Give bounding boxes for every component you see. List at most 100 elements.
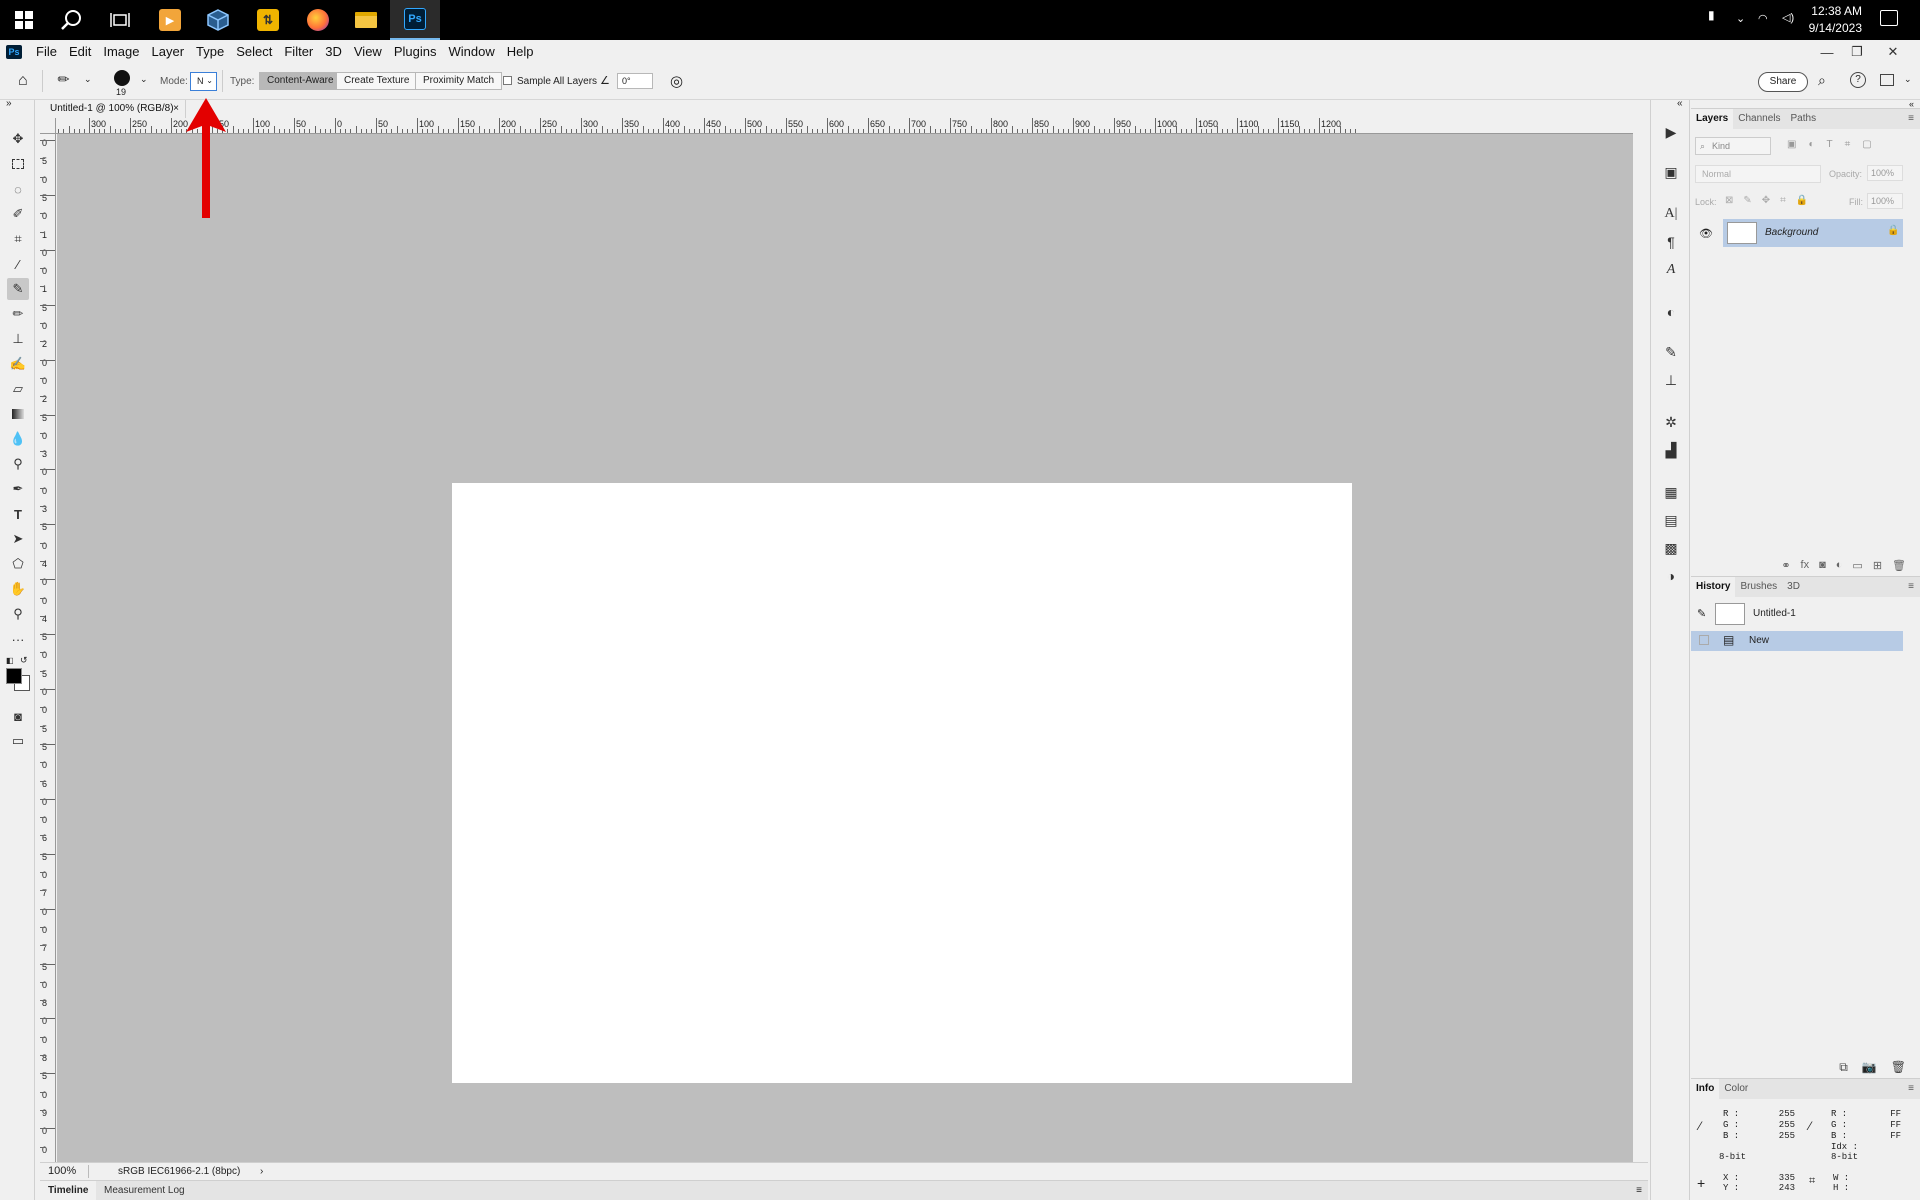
menu-filter[interactable]: Filter bbox=[278, 40, 319, 64]
pressure-size-icon[interactable]: ◎ bbox=[670, 72, 683, 90]
tab-paths[interactable]: Paths bbox=[1786, 109, 1822, 129]
tab-channels[interactable]: Channels bbox=[1733, 109, 1785, 129]
paragraph-icon[interactable]: ¶ bbox=[1661, 232, 1681, 252]
type-tool-icon[interactable]: T bbox=[7, 503, 29, 525]
tab-layers[interactable]: Layers bbox=[1691, 109, 1734, 129]
tab-brushes[interactable]: Brushes bbox=[1735, 577, 1782, 597]
link-layers-icon[interactable]: ⚭ bbox=[1781, 559, 1790, 572]
menu-edit[interactable]: Edit bbox=[63, 40, 97, 64]
delete-state-icon[interactable]: 🗑 bbox=[1891, 1060, 1906, 1074]
canvas-area[interactable] bbox=[57, 134, 1633, 1162]
help-icon[interactable]: ? bbox=[1850, 72, 1866, 88]
spot-healing-brush-tool-icon[interactable]: ✎ bbox=[7, 278, 29, 300]
color-profile[interactable]: sRGB IEC61966-2.1 (8bpc) bbox=[118, 1163, 240, 1180]
winscp-icon[interactable]: ⇅ bbox=[244, 0, 292, 40]
volume-icon[interactable]: ◁) bbox=[1782, 11, 1794, 24]
workspace-chevron-icon[interactable]: ⌄ bbox=[1904, 74, 1912, 85]
fx-icon[interactable]: fx bbox=[1801, 559, 1810, 571]
collapse-icon[interactable]: « bbox=[1909, 99, 1914, 109]
tab-info[interactable]: Info bbox=[1691, 1079, 1720, 1099]
search-icon[interactable] bbox=[48, 0, 96, 40]
panel-menu-icon[interactable]: ≡ bbox=[1636, 1181, 1642, 1200]
mode-dropdown[interactable]: N ⌄ bbox=[190, 72, 217, 91]
tab-timeline[interactable]: Timeline bbox=[40, 1181, 97, 1200]
adjustment-layer-icon[interactable]: ◐ bbox=[1836, 559, 1843, 571]
workspace-icon[interactable] bbox=[1880, 74, 1894, 86]
new-group-icon[interactable]: ▭ bbox=[1852, 559, 1862, 572]
swatches-icon[interactable]: ▦ bbox=[1661, 482, 1681, 502]
swap-colors-icon[interactable]: ↺ bbox=[20, 655, 28, 666]
zoom-level[interactable]: 100% bbox=[48, 1163, 76, 1180]
close-tab-icon[interactable]: × bbox=[173, 100, 179, 118]
home-icon[interactable]: ⌂ bbox=[18, 72, 28, 90]
search-icon[interactable]: ⌕ bbox=[1818, 72, 1826, 89]
spot-healing-brush-icon[interactable]: ✎ bbox=[54, 69, 74, 89]
foreground-color-swatch[interactable] bbox=[6, 668, 22, 684]
menu-window[interactable]: Window bbox=[442, 40, 500, 64]
menu-file[interactable]: File bbox=[30, 40, 63, 64]
menu-3d[interactable]: 3D bbox=[319, 40, 348, 64]
fill-input[interactable]: 100% bbox=[1867, 193, 1903, 209]
lock-icons[interactable]: ⊠✎✥⌗🔒 bbox=[1725, 195, 1818, 206]
menu-help[interactable]: Help bbox=[501, 40, 540, 64]
share-button[interactable]: Share bbox=[1758, 72, 1808, 92]
gradient-tool-icon[interactable] bbox=[7, 403, 29, 425]
tab-history[interactable]: History bbox=[1691, 577, 1736, 597]
proximity-match-button[interactable]: Proximity Match bbox=[415, 72, 503, 90]
crop-tool-icon[interactable]: ⌗ bbox=[7, 228, 29, 250]
camera-icon[interactable]: 📷 bbox=[1862, 1060, 1877, 1074]
collapse-panels-icon[interactable]: « bbox=[1677, 98, 1683, 109]
panel-menu-icon[interactable]: ≡ bbox=[1908, 1079, 1914, 1099]
path-selection-tool-icon[interactable]: ➤ bbox=[7, 528, 29, 550]
brush-picker-chevron-icon[interactable]: ⌄ bbox=[140, 74, 148, 85]
tab-color[interactable]: Color bbox=[1719, 1079, 1753, 1099]
media-player-icon[interactable]: ▶ bbox=[146, 0, 194, 40]
brush-tool-icon[interactable]: ✏ bbox=[7, 303, 29, 325]
glyphs-icon[interactable]: A bbox=[1661, 260, 1681, 280]
styles-icon[interactable]: ◑ bbox=[1661, 566, 1681, 586]
eyedropper-icon[interactable]: ⁄ bbox=[1809, 1119, 1811, 1133]
tab-measurement-log[interactable]: Measurement Log bbox=[96, 1181, 193, 1200]
wifi-icon[interactable]: ◠ bbox=[1758, 12, 1768, 25]
sample-all-layers-checkbox[interactable] bbox=[503, 76, 512, 85]
pen-tool-icon[interactable]: ✒ bbox=[7, 478, 29, 500]
move-tool-icon[interactable]: ✥ bbox=[7, 128, 29, 150]
create-texture-button[interactable]: Create Texture bbox=[336, 72, 418, 90]
menu-plugins[interactable]: Plugins bbox=[388, 40, 443, 64]
history-state-row[interactable]: ▤ New bbox=[1691, 631, 1903, 651]
chevron-up-icon[interactable]: ⌄ bbox=[1736, 12, 1745, 25]
photoshop-icon[interactable]: Ps bbox=[390, 0, 440, 40]
content-aware-button[interactable]: Content-Aware bbox=[259, 72, 342, 90]
file-explorer-icon[interactable] bbox=[342, 0, 390, 40]
tool-preset-chevron-icon[interactable]: ⌄ bbox=[84, 74, 92, 85]
dodge-tool-icon[interactable]: ⚲ bbox=[7, 453, 29, 475]
filter-kind-dropdown[interactable]: ⌕ Kind bbox=[1695, 137, 1771, 155]
notification-icon[interactable] bbox=[1880, 10, 1898, 26]
virtualbox-icon[interactable] bbox=[194, 0, 242, 40]
delete-layer-icon[interactable]: 🗑 bbox=[1892, 559, 1906, 572]
properties-icon[interactable]: ▣ bbox=[1661, 162, 1681, 182]
histogram-icon[interactable]: ▟ bbox=[1661, 440, 1681, 460]
gradients-icon[interactable]: ▤ bbox=[1661, 510, 1681, 530]
lasso-tool-icon[interactable]: ◌ bbox=[7, 178, 29, 200]
shape-tool-icon[interactable]: ⬠ bbox=[7, 553, 29, 575]
minimize-button[interactable]: — bbox=[1812, 40, 1842, 64]
angle-input[interactable]: 0° bbox=[617, 73, 653, 89]
eyedropper-icon[interactable]: ⁄ bbox=[1699, 1119, 1701, 1133]
menu-layer[interactable]: Layer bbox=[146, 40, 191, 64]
blur-tool-icon[interactable]: 💧 bbox=[7, 428, 29, 450]
default-colors-icon[interactable]: ◧ bbox=[6, 656, 14, 665]
state-checkbox[interactable] bbox=[1699, 635, 1709, 645]
tab-3d[interactable]: 3D bbox=[1782, 577, 1805, 597]
opacity-input[interactable]: 100% bbox=[1867, 165, 1903, 181]
clone-source-icon[interactable]: ⊥ bbox=[1661, 370, 1681, 390]
history-brush-source-icon[interactable]: ✎ bbox=[1697, 607, 1706, 620]
system-clock[interactable]: 12:38 AM 9/14/2023 bbox=[1809, 3, 1862, 37]
actions-play-icon[interactable]: ▶ bbox=[1661, 122, 1681, 142]
panel-menu-icon[interactable]: ≡ bbox=[1908, 109, 1914, 129]
layer-row-background[interactable]: Background 🔒 bbox=[1723, 219, 1903, 247]
clone-stamp-tool-icon[interactable]: ⊥ bbox=[7, 328, 29, 350]
navigator-icon[interactable]: ✲ bbox=[1661, 412, 1681, 432]
document-canvas[interactable] bbox=[452, 483, 1352, 1083]
panel-menu-icon[interactable]: ≡ bbox=[1908, 577, 1914, 597]
